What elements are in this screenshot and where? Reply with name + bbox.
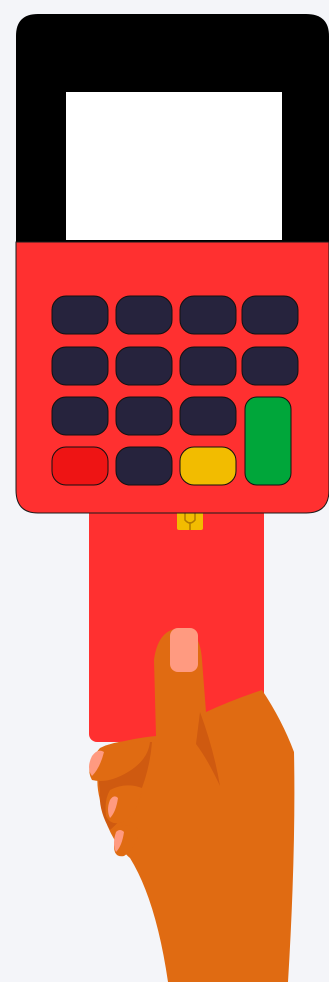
key-2[interactable] (115, 295, 173, 335)
cancel-key[interactable] (51, 446, 109, 486)
key-4[interactable] (241, 295, 299, 335)
key-3[interactable] (179, 295, 237, 335)
key-7[interactable] (179, 346, 237, 386)
payment-terminal (15, 14, 329, 514)
terminal-screen (66, 92, 282, 240)
thumbnail (170, 628, 198, 672)
enter-key[interactable] (244, 396, 292, 486)
clear-key[interactable] (179, 446, 237, 486)
payment-terminal-svg (15, 14, 329, 982)
key-9[interactable] (51, 396, 109, 436)
key-11[interactable] (179, 396, 237, 436)
key-6[interactable] (115, 346, 173, 386)
key-8[interactable] (241, 346, 299, 386)
key-5[interactable] (51, 346, 109, 386)
payment-illustration (0, 0, 329, 982)
key-1[interactable] (51, 295, 109, 335)
key-10[interactable] (115, 396, 173, 436)
key-12[interactable] (115, 446, 173, 486)
